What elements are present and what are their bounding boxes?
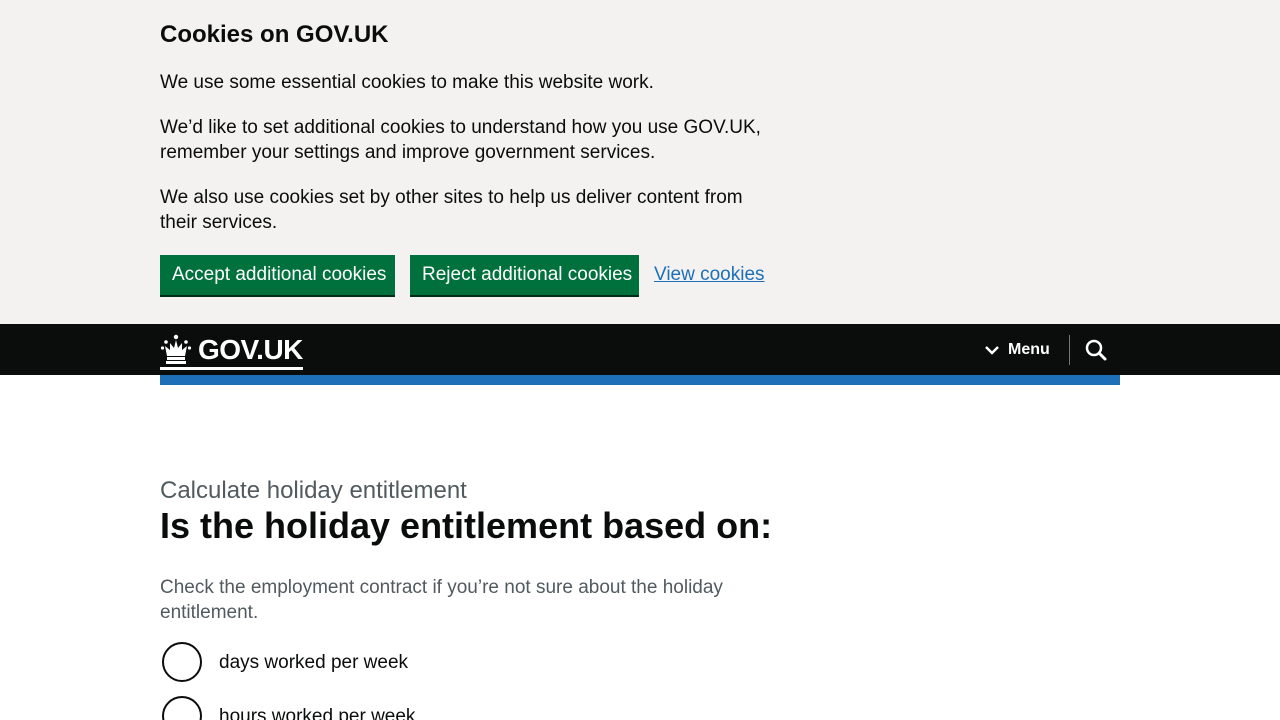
cookie-banner: Cookies on GOV.UK We use some essential … xyxy=(0,0,1280,324)
radio-option-hours[interactable]: hours worked per week xyxy=(160,694,415,720)
site-header: GOV.UK Menu xyxy=(0,324,1280,375)
radio-button-hours[interactable] xyxy=(162,696,202,720)
accept-cookies-button[interactable]: Accept additional cookies xyxy=(160,255,395,295)
reject-cookies-button[interactable]: Reject additional cookies xyxy=(410,255,639,295)
menu-button[interactable]: Menu xyxy=(984,336,1050,364)
cookie-paragraph-essential: We use some essential cookies to make th… xyxy=(160,72,654,93)
chevron-down-icon xyxy=(985,346,999,355)
question-hint: Check the employment contract if you’re … xyxy=(160,577,723,623)
page-caption: Calculate holiday entitlement xyxy=(160,477,467,504)
radio-label-hours[interactable]: hours worked per week xyxy=(219,704,415,720)
cookie-paragraph-additional: We’d like to set additional cookies to u… xyxy=(160,117,761,163)
view-cookies-link[interactable]: View cookies xyxy=(654,262,765,287)
menu-button-label: Menu xyxy=(1008,341,1050,358)
radio-option-days[interactable]: days worked per week xyxy=(160,640,408,684)
cookie-paragraph-third-party: We also use cookies set by other sites t… xyxy=(160,187,743,233)
crown-icon xyxy=(160,334,192,364)
govuk-logo-text: GOV.UK xyxy=(198,333,303,365)
header-divider xyxy=(1069,335,1070,365)
search-button[interactable] xyxy=(1084,338,1108,362)
cookie-banner-title: Cookies on GOV.UK xyxy=(160,21,389,48)
header-blue-bar xyxy=(160,375,1120,385)
page-heading: Is the holiday entitlement based on: xyxy=(160,505,773,546)
search-icon xyxy=(1085,339,1107,361)
radio-button-days[interactable] xyxy=(162,642,202,682)
govuk-logo-link[interactable]: GOV.UK xyxy=(160,332,303,370)
radio-label-days[interactable]: days worked per week xyxy=(219,650,408,675)
